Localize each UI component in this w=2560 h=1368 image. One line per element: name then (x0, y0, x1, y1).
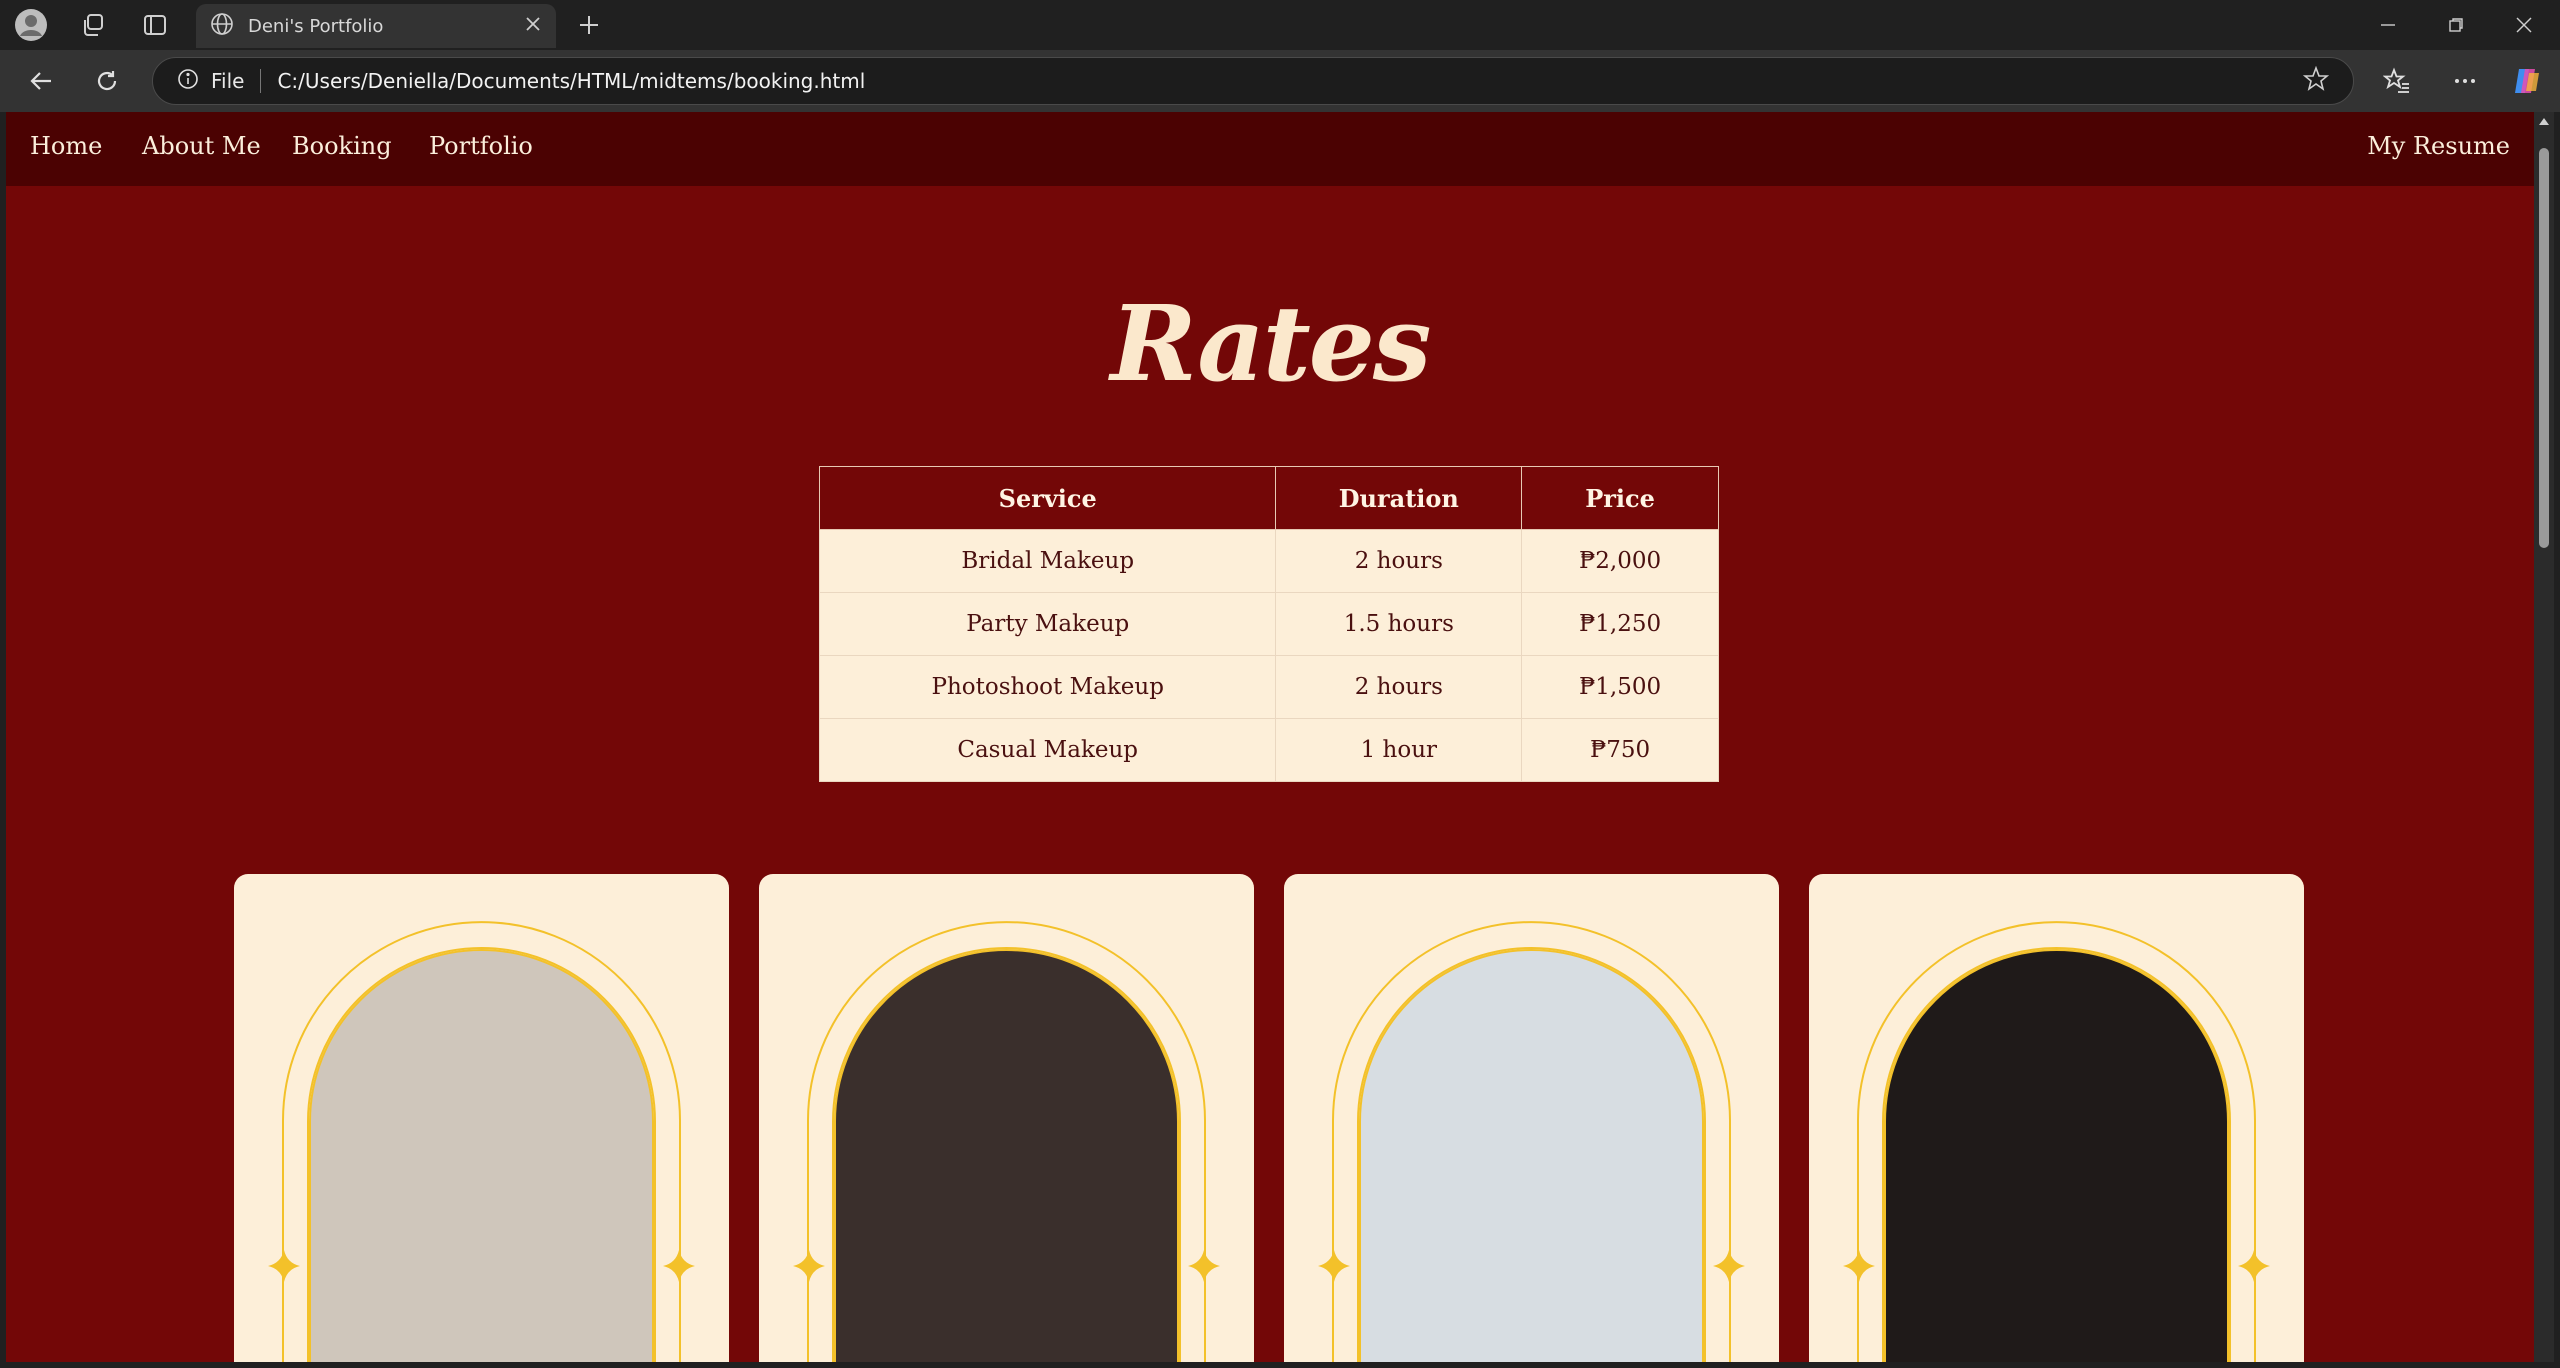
address-bar[interactable]: File C:/Users/Deniella/Documents/HTML/mi… (152, 57, 2354, 105)
nav-booking[interactable]: Booking (292, 132, 392, 160)
portfolio-photo (309, 949, 654, 1362)
header-service: Service (818, 466, 1277, 530)
workspaces-icon[interactable] (72, 7, 114, 43)
cell-price: ₱2,000 (1521, 529, 1719, 593)
cell-duration: 2 hours (1275, 529, 1523, 593)
favorite-star-icon[interactable] (2302, 65, 2330, 96)
copilot-icon[interactable] (2506, 63, 2548, 99)
arch-frame: halloween-makeup-portrait (793, 921, 1220, 1362)
cell-duration: 1 hour (1275, 718, 1523, 782)
refresh-icon[interactable] (86, 63, 128, 99)
cell-service: Casual Makeup (818, 718, 1277, 782)
close-window-icon[interactable] (2494, 6, 2554, 44)
arch-frame: bridal-makeup-portrait (268, 921, 695, 1362)
portfolio-card[interactable]: casual-makeup-portrait (1809, 874, 2304, 1362)
portfolio-photo (1359, 949, 1704, 1362)
sparkle-icon (663, 1250, 695, 1282)
sparkle-icon (268, 1250, 300, 1282)
header-duration: Duration (1275, 466, 1523, 530)
cell-service: Photoshoot Makeup (818, 655, 1277, 719)
table-row: Photoshoot Makeup 2 hours ₱1,500 (818, 655, 1719, 719)
info-icon[interactable] (177, 68, 199, 94)
sparkle-icon (1713, 1250, 1745, 1282)
page-viewport: Home About Me Booking Portfolio My Resum… (6, 112, 2534, 1362)
restore-icon[interactable] (2426, 6, 2486, 44)
sparkle-icon (1318, 1250, 1350, 1282)
minimize-icon[interactable] (2358, 6, 2418, 44)
rates-table: Service Duration Price Bridal Makeup 2 h… (818, 466, 1719, 782)
cell-price: ₱750 (1521, 718, 1719, 782)
scroll-thumb[interactable] (2539, 148, 2549, 548)
sparkle-icon (2238, 1250, 2270, 1282)
table-row: Bridal Makeup 2 hours ₱2,000 (818, 529, 1719, 593)
site-nav: Home About Me Booking Portfolio My Resum… (6, 112, 2534, 186)
back-icon[interactable] (20, 63, 62, 99)
portfolio-photo (834, 949, 1179, 1362)
cell-price: ₱1,500 (1521, 655, 1719, 719)
portfolio-card[interactable]: cosplay-makeup-portrait (1284, 874, 1779, 1362)
rates-title: Rates (1110, 282, 1432, 405)
cell-service: Party Makeup (818, 592, 1277, 656)
more-options-icon[interactable] (2444, 63, 2486, 99)
cell-service: Bridal Makeup (818, 529, 1277, 593)
cell-duration: 2 hours (1275, 655, 1523, 719)
sparkle-icon (1188, 1250, 1220, 1282)
portfolio-card[interactable]: bridal-makeup-portrait (234, 874, 729, 1362)
address-url[interactable]: C:/Users/Deniella/Documents/HTML/midtems… (277, 69, 2303, 93)
tab-actions-icon[interactable] (134, 7, 176, 43)
page-scrollbar[interactable] (2534, 112, 2554, 1362)
address-scheme: File (211, 69, 262, 93)
portfolio-card[interactable]: halloween-makeup-portrait (759, 874, 1254, 1362)
nav-home[interactable]: Home (30, 132, 102, 160)
arch-frame: cosplay-makeup-portrait (1318, 921, 1745, 1362)
sparkle-icon (1843, 1250, 1875, 1282)
sparkle-icon (793, 1250, 825, 1282)
header-price: Price (1521, 466, 1719, 530)
active-tab[interactable]: Deni's Portfolio (196, 4, 556, 48)
portfolio-photo (1884, 949, 2229, 1362)
tab-title: Deni's Portfolio (248, 15, 384, 37)
table-row: Party Makeup 1.5 hours ₱1,250 (818, 592, 1719, 656)
browser-tab-bar: Deni's Portfolio (0, 0, 2560, 50)
profile-avatar-icon[interactable] (10, 7, 52, 43)
cell-duration: 1.5 hours (1275, 592, 1523, 656)
nav-my-resume[interactable]: My Resume (2367, 132, 2510, 160)
scroll-up-icon[interactable] (2534, 112, 2554, 132)
globe-icon (210, 12, 234, 40)
table-header-row: Service Duration Price (818, 466, 1719, 530)
nav-portfolio[interactable]: Portfolio (429, 132, 533, 160)
favorites-icon[interactable] (2376, 63, 2418, 99)
table-row: Casual Makeup 1 hour ₱750 (818, 718, 1719, 782)
arch-frame: casual-makeup-portrait (1843, 921, 2270, 1362)
close-tab-icon[interactable] (524, 15, 542, 37)
nav-about-me[interactable]: About Me (142, 132, 261, 160)
browser-toolbar: File C:/Users/Deniella/Documents/HTML/mi… (0, 50, 2560, 112)
cell-price: ₱1,250 (1521, 592, 1719, 656)
new-tab-icon[interactable] (568, 7, 610, 43)
